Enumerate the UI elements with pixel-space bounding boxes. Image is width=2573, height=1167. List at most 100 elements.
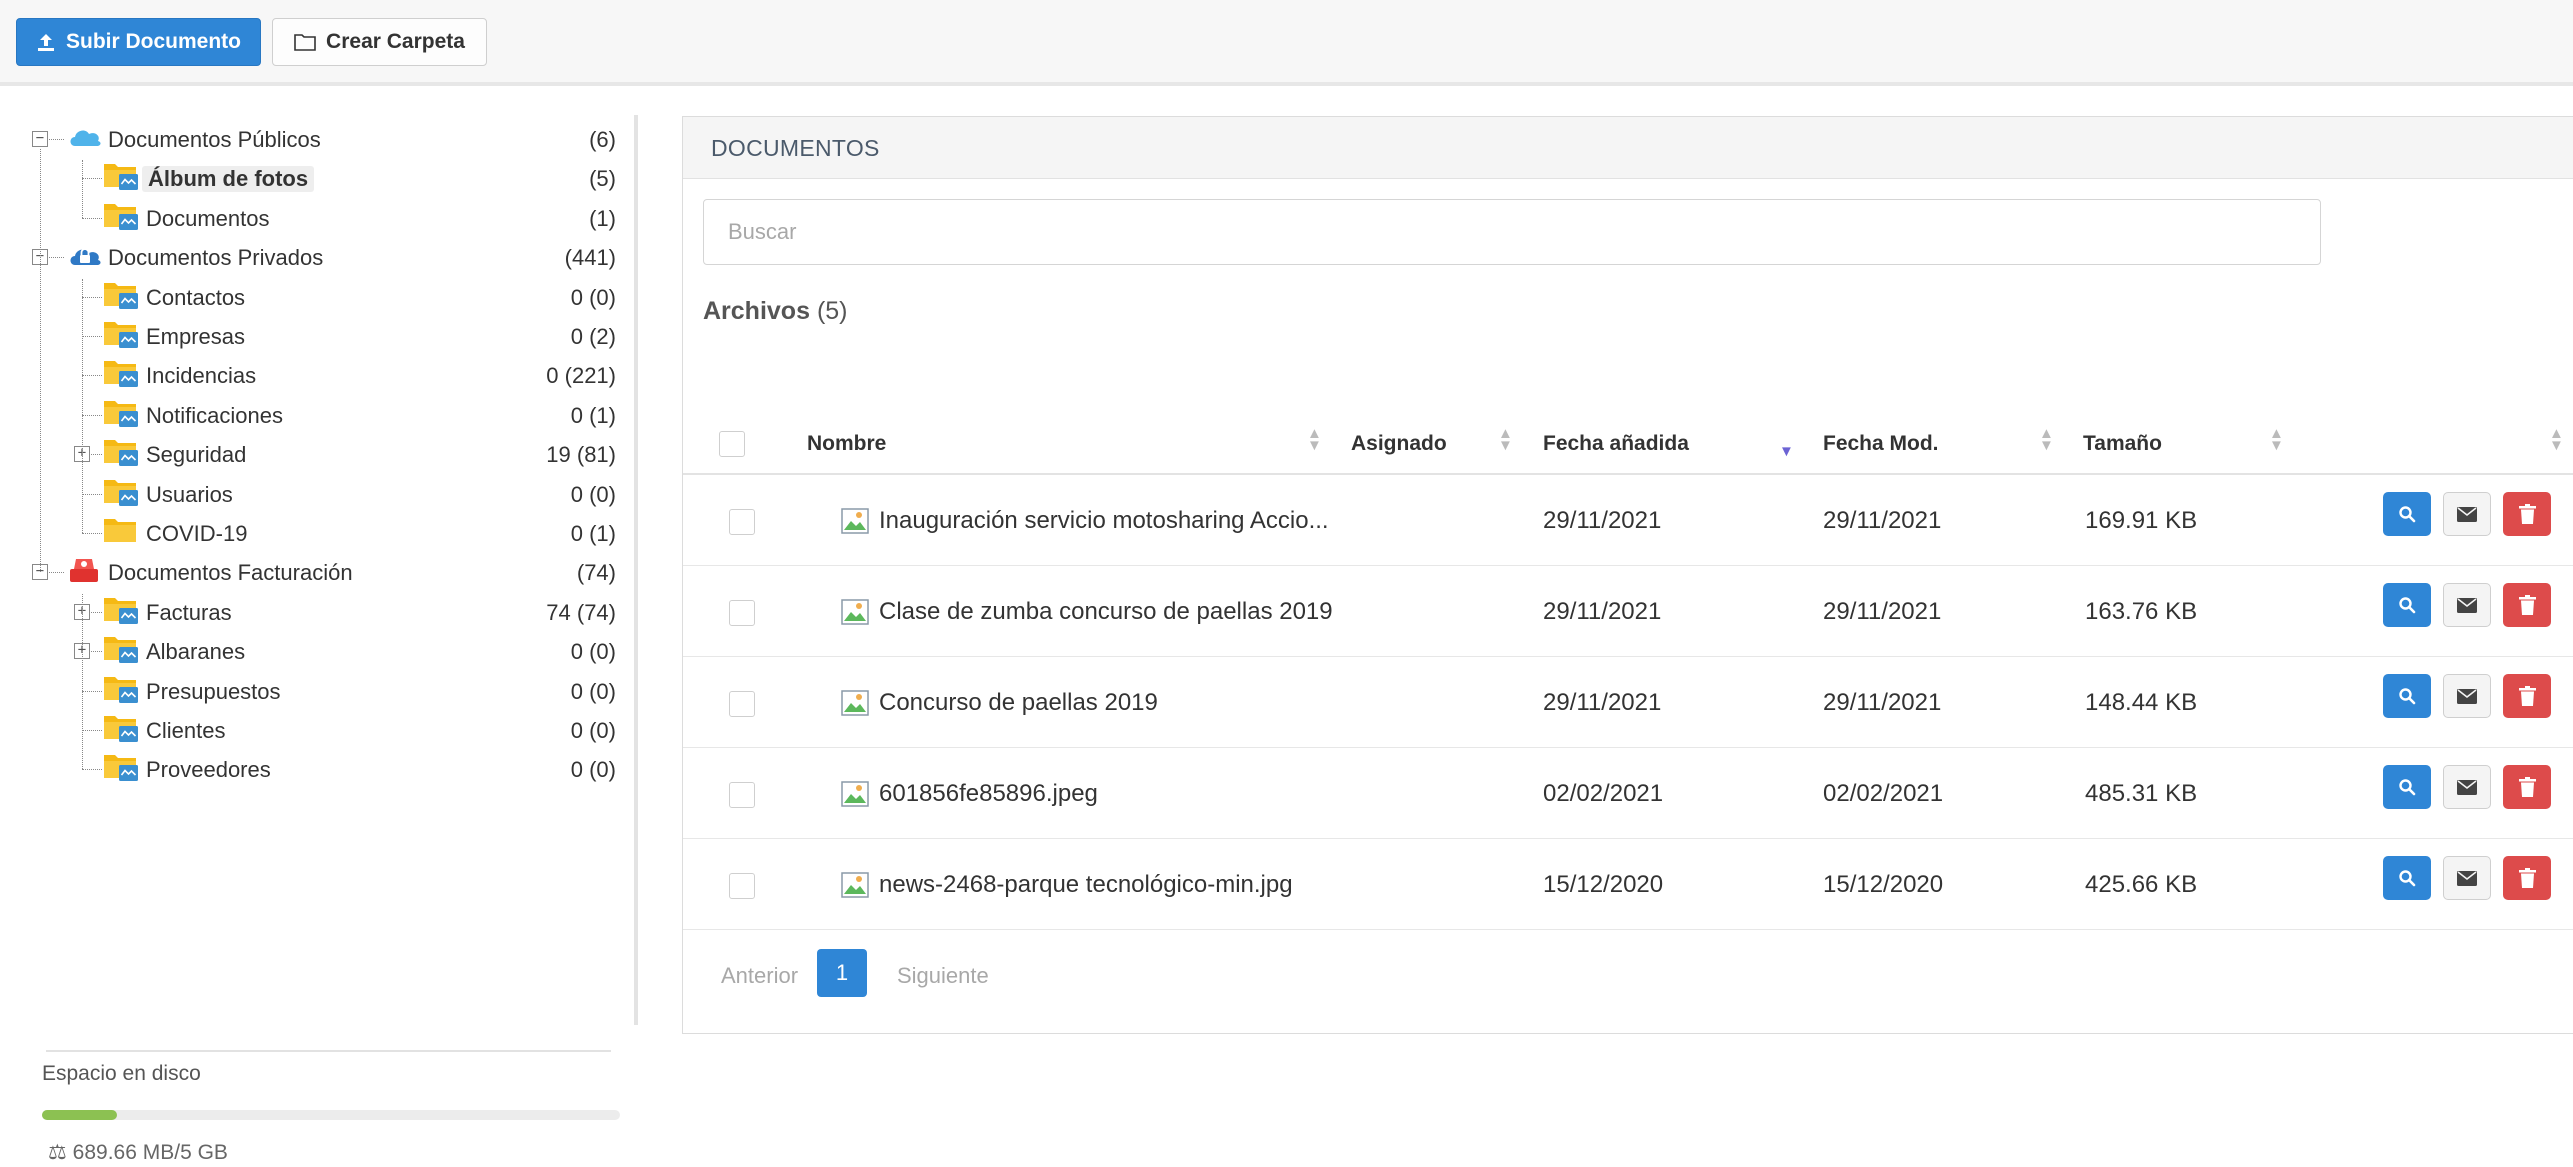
tree-connector (82, 160, 83, 218)
table-row[interactable]: Clase de zumba concurso de paellas 2019 2… (683, 566, 2573, 657)
sort-assigned-icon[interactable]: ▲ ▼ (1498, 426, 1513, 453)
delete-button[interactable] (2503, 583, 2551, 627)
sort-added-icon[interactable]: ▼ (1779, 444, 1794, 459)
folder-icon (102, 201, 140, 231)
plain-folder-icon (102, 516, 140, 546)
tree-item-count: 74 (74) (546, 599, 616, 625)
pagination-next[interactable]: Siguiente (897, 963, 989, 989)
folder-icon (102, 280, 140, 310)
tree-connector (82, 296, 102, 298)
file-name[interactable]: news-2468-parque tecnológico-min.jpg (841, 871, 1293, 899)
file-name[interactable]: 601856fe85896.jpeg (841, 780, 1098, 808)
file-modified-date: 29/11/2021 (1823, 598, 1942, 625)
view-button[interactable] (2383, 492, 2431, 536)
tree-connector (82, 414, 102, 416)
file-added-date: 29/11/2021 (1543, 507, 1662, 534)
search-icon (2399, 597, 2416, 614)
image-file-icon (841, 690, 869, 716)
sort-modified-icon[interactable]: ▲ ▼ (2039, 426, 2054, 453)
tree-item-label: Seguridad (146, 442, 247, 468)
header-name[interactable]: Nombre (807, 432, 886, 456)
email-button[interactable] (2443, 492, 2491, 536)
row-checkbox[interactable] (729, 782, 755, 808)
tree-connector (82, 690, 102, 692)
tree-item[interactable]: − Documentos Públicos (6) (0, 121, 620, 157)
tree-item[interactable]: + Albaranes 0 (0) (0, 633, 620, 669)
folder-icon (102, 161, 140, 191)
row-checkbox[interactable] (729, 600, 755, 626)
file-name-text: Inauguración servicio motosharing Accio.… (879, 507, 1329, 534)
tree-item-count: 0 (0) (570, 639, 616, 665)
tree-item[interactable]: COVID-19 0 (1) (0, 515, 620, 551)
tree-connector (82, 593, 83, 770)
tree-item[interactable]: Empresas 0 (2) (0, 318, 620, 354)
file-name-text: news-2468-parque tecnológico-min.jpg (879, 871, 1293, 898)
tree-item[interactable]: + Seguridad 19 (81) (0, 436, 620, 472)
header-assigned[interactable]: Asignado (1351, 432, 1447, 456)
email-button[interactable] (2443, 583, 2491, 627)
select-all-checkbox[interactable] (719, 431, 745, 457)
table-row[interactable]: Concurso de paellas 2019 29/11/2021 29/11/… (683, 657, 2573, 748)
collapse-icon[interactable]: − (32, 131, 48, 147)
header-modified[interactable]: Fecha Mod. (1823, 432, 1939, 456)
tree-item-label: Empresas (146, 324, 246, 349)
sort-size-icon[interactable]: ▲ ▼ (2269, 426, 2284, 453)
email-button[interactable] (2443, 674, 2491, 718)
file-name[interactable]: Clase de zumba concurso de paellas 2019 (841, 598, 1333, 626)
folder-outline-icon (294, 34, 316, 51)
email-button[interactable] (2443, 765, 2491, 809)
tree-item-label: Proveedores (146, 757, 271, 783)
files-heading: Archivos (5) (703, 297, 848, 326)
tree-item[interactable]: Notificaciones 0 (1) (0, 397, 620, 433)
email-button[interactable] (2443, 856, 2491, 900)
folder-icon (102, 674, 140, 704)
tree-item[interactable]: Usuarios 0 (0) (0, 476, 620, 512)
delete-button[interactable] (2503, 856, 2551, 900)
pagination-page-1[interactable]: 1 (817, 949, 867, 997)
tree-item[interactable]: − Documentos Privados (441) (0, 239, 620, 275)
header-added[interactable]: Fecha añadida (1543, 432, 1689, 456)
upload-icon (37, 34, 54, 51)
envelope-icon (2457, 597, 2477, 613)
table-row[interactable]: Inauguración servicio motosharing Accio.… (683, 475, 2573, 566)
tree-item[interactable]: Contactos 0 (0) (0, 279, 620, 315)
row-checkbox[interactable] (729, 873, 755, 899)
row-checkbox[interactable] (729, 691, 755, 717)
pagination-prev[interactable]: Anterior (721, 963, 798, 989)
tree-connector (82, 278, 83, 533)
search-input[interactable] (703, 199, 2321, 265)
tree-connector (82, 533, 102, 534)
file-name[interactable]: Inauguración servicio motosharing Accio.… (841, 507, 1329, 535)
delete-button[interactable] (2503, 492, 2551, 536)
table-row[interactable]: 601856fe85896.jpeg 02/02/2021 02/02/2021 48… (683, 748, 2573, 839)
table-row[interactable]: news-2468-parque tecnológico-min.jpg 15/1… (683, 839, 2573, 930)
tree-item[interactable]: Clientes 0 (0) (0, 712, 620, 748)
file-added-date: 29/11/2021 (1543, 598, 1662, 625)
folder-icon (102, 752, 140, 782)
tree-item[interactable]: Álbum de fotos (5) (0, 160, 620, 196)
view-button[interactable] (2383, 765, 2431, 809)
create-folder-button[interactable]: Crear Carpeta (272, 18, 487, 66)
upload-document-button[interactable]: Subir Documento (16, 18, 261, 66)
delete-button[interactable] (2503, 674, 2551, 718)
tree-item[interactable]: Proveedores 0 (0) (0, 751, 620, 787)
header-size[interactable]: Tamaño (2083, 432, 2162, 456)
file-name[interactable]: Concurso de paellas 2019 (841, 689, 1158, 717)
tree-item[interactable]: Incidencias 0 (221) (0, 357, 620, 393)
view-button[interactable] (2383, 856, 2431, 900)
disk-separator (46, 1050, 611, 1052)
files-count: (5) (816, 297, 848, 325)
tree-item[interactable]: − Documentos Facturación (74) (0, 554, 620, 590)
tree-item[interactable]: Presupuestos 0 (0) (0, 673, 620, 709)
row-checkbox[interactable] (729, 509, 755, 535)
tree-item-label: Documentos Facturación (108, 560, 353, 586)
tree-item[interactable]: + Facturas 74 (74) (0, 594, 620, 630)
sort-name-icon[interactable]: ▲ ▼ (1307, 426, 1322, 453)
trash-icon (2518, 504, 2536, 524)
view-button[interactable] (2383, 674, 2431, 718)
sort-actions-icon[interactable]: ▲ ▼ (2549, 426, 2564, 453)
delete-button[interactable] (2503, 765, 2551, 809)
view-button[interactable] (2383, 583, 2431, 627)
tree-item[interactable]: Documentos (1) (0, 200, 620, 236)
file-name-text: 601856fe85896.jpeg (879, 780, 1098, 807)
